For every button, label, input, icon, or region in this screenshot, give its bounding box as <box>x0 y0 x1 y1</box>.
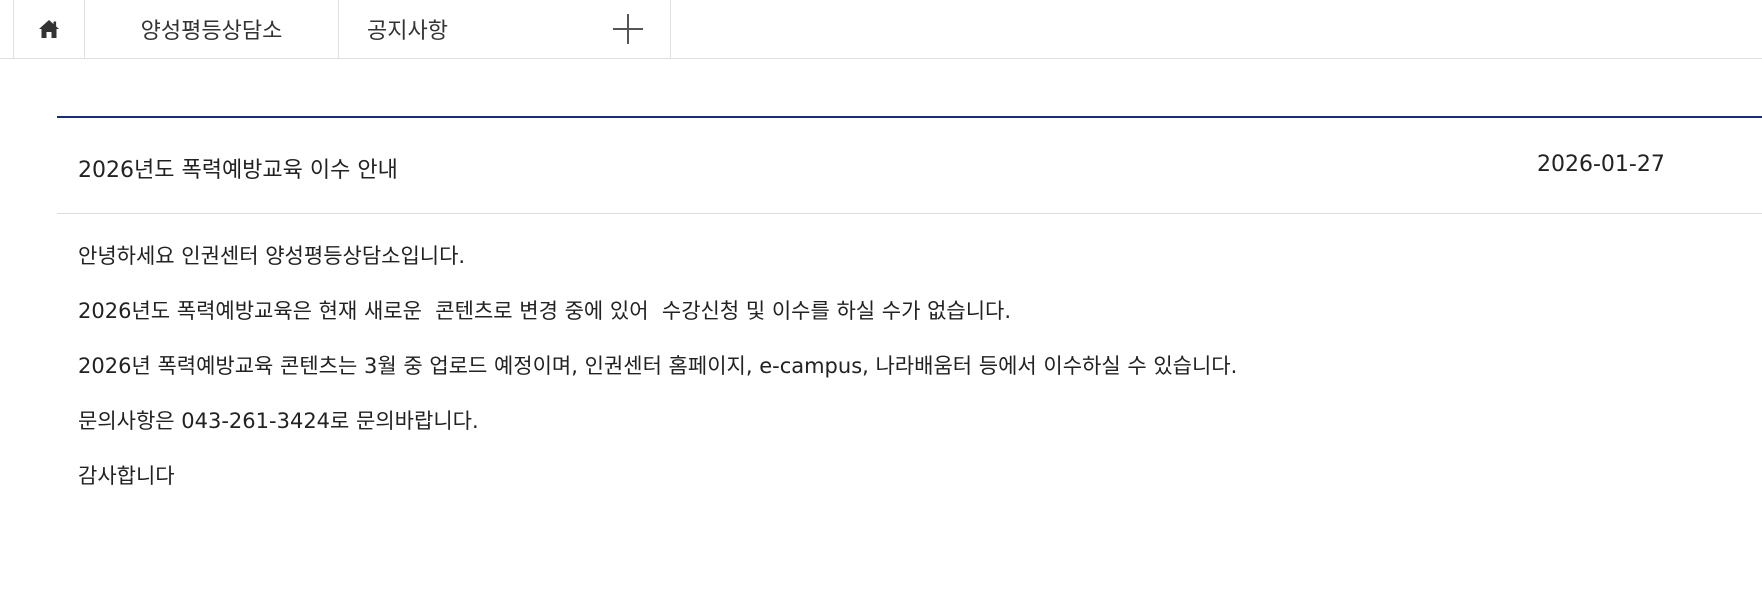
breadcrumb-section-label: 양성평등상담소 <box>140 19 283 44</box>
post-view: 2026년도 폭력예방교육 이수 안내 2026-01-27 안녕하세요 인권센… <box>57 116 1762 517</box>
post-title: 2026년도 폭력예방교육 이수 안내 <box>78 158 398 183</box>
breadcrumb-board-label: 공지사항 <box>367 19 448 44</box>
post-body-line: 안녕하세요 인권센터 양성평등상담소입니다. <box>78 244 466 268</box>
post-body-line: 2026년도 폭력예방교육은 현재 새로운 콘텐츠로 변경 중에 있어 수강신청… <box>78 299 1012 323</box>
post-body-line: 2026년 폭력예방교육 콘텐츠는 3월 중 업로드 예정이며, 인권센터 홈페… <box>78 354 1238 378</box>
home-icon <box>39 20 59 38</box>
page: 양성평등상담소 공지사항 2026년도 폭력예방교육 이수 안내 2026-01… <box>0 0 1762 591</box>
post-body-line: 감사합니다 <box>78 464 175 488</box>
post-body: 안녕하세요 인권센터 양성평등상담소입니다. 2026년도 폭력예방교육은 현재… <box>57 214 1762 491</box>
breadcrumb: 양성평등상담소 공지사항 <box>0 0 1762 59</box>
post-header: 2026년도 폭력예방교육 이수 안내 2026-01-27 <box>57 116 1762 214</box>
breadcrumb-board[interactable]: 공지사항 <box>339 0 671 58</box>
breadcrumb-section[interactable]: 양성평등상담소 <box>85 0 339 58</box>
post-date: 2026-01-27 <box>1537 152 1665 177</box>
post-body-line: 문의사항은 043-261-3424로 문의바랍니다. <box>78 409 479 433</box>
breadcrumb-home[interactable] <box>13 0 85 58</box>
plus-icon[interactable] <box>612 13 644 45</box>
